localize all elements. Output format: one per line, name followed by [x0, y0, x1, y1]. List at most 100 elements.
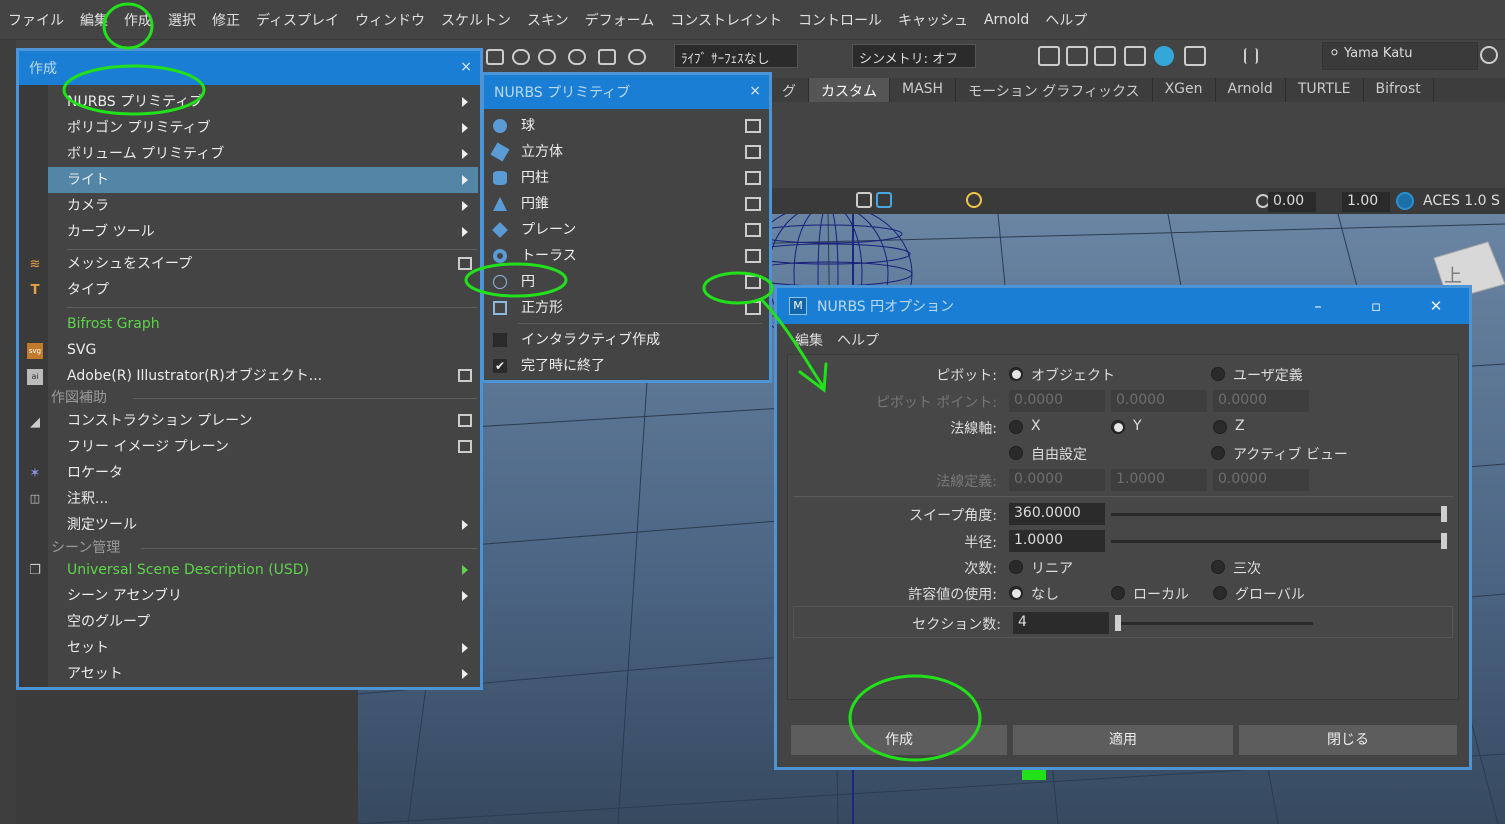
menu-item-illustrator[interactable]: Adobe(R) Illustrator(R)オブジェクト...	[48, 363, 478, 389]
exposure-field[interactable]: 0.00	[1268, 192, 1316, 212]
shelf-tab-mash[interactable]: MASH	[890, 78, 957, 102]
number-of-sections-field[interactable]: 4	[1013, 612, 1109, 634]
radius-slider-handle[interactable]	[1441, 533, 1447, 549]
menu-control[interactable]: コントロール	[798, 10, 882, 30]
tolerance-none-radio[interactable]	[1009, 586, 1023, 600]
menu-item-sweep-mesh[interactable]: メッシュをスイープ	[48, 251, 478, 277]
option-box-icon[interactable]	[745, 119, 761, 133]
normal-y-field[interactable]: 1.0000	[1111, 469, 1207, 491]
close-button[interactable]: 閉じる	[1239, 725, 1457, 755]
minimize-icon[interactable]: –	[1289, 288, 1347, 324]
tolerance-global-radio[interactable]	[1213, 586, 1227, 600]
menu-item-free-image-plane[interactable]: フリー イメージ プレーン	[48, 434, 478, 460]
render-settings-icon[interactable]	[1124, 46, 1146, 66]
menu-item-scene-assembly[interactable]: シーン アセンブリ	[48, 583, 478, 609]
menu-constraint[interactable]: コンストレイント	[670, 10, 782, 30]
menu-item-svg[interactable]: SVG	[48, 337, 478, 363]
options-title-bar[interactable]: M NURBS 円オプション – ▫ ✕	[777, 288, 1469, 324]
menu-window[interactable]: ウィンドウ	[355, 10, 425, 30]
option-box-icon[interactable]	[458, 369, 472, 382]
sections-slider[interactable]	[1115, 622, 1313, 625]
options-menu-edit[interactable]: 編集	[795, 330, 823, 350]
menu-item-bifrost-graph[interactable]: Bifrost Graph	[48, 311, 478, 337]
axis-z-radio[interactable]	[1213, 420, 1227, 434]
option-box-icon[interactable]	[458, 257, 472, 270]
render-view-icon[interactable]	[1038, 46, 1060, 66]
snap-surface-icon[interactable]	[598, 49, 616, 65]
shelf-tab-bifrost[interactable]: Bifrost	[1364, 78, 1434, 102]
option-box-icon[interactable]	[458, 414, 472, 427]
shelf-tab-xgen[interactable]: XGen	[1153, 78, 1216, 102]
shelf-tab-arnold[interactable]: Arnold	[1216, 78, 1286, 102]
menu-edit[interactable]: 編集	[80, 10, 108, 30]
checkmark-icon[interactable]: ✔	[493, 359, 507, 373]
nurbs-item-interactive-create[interactable]: インタラクティブ作成	[487, 327, 767, 353]
create-button[interactable]: 作成	[791, 725, 1007, 755]
menu-item-empty-group[interactable]: 空のグループ	[48, 609, 478, 635]
option-box-icon[interactable]	[745, 301, 761, 315]
menu-deform[interactable]: デフォーム	[585, 10, 655, 30]
menu-help[interactable]: ヘルプ	[1045, 10, 1087, 30]
option-box-icon[interactable]	[745, 197, 761, 211]
degree-linear-radio[interactable]	[1009, 560, 1023, 574]
menu-item-lights[interactable]: ライト	[48, 167, 478, 193]
sweep-angle-slider-handle[interactable]	[1441, 506, 1447, 522]
shelf-tab-turtle[interactable]: TURTLE	[1286, 78, 1364, 102]
user-account[interactable]: ⚪ Yama Katu	[1322, 42, 1478, 70]
menu-item-volume-primitives[interactable]: ボリューム プリミティブ	[48, 141, 478, 167]
maximize-icon[interactable]: ▫	[1347, 288, 1405, 324]
color-management-icon[interactable]	[1396, 192, 1414, 210]
menu-select[interactable]: 選択	[168, 10, 196, 30]
pivot-point-y-field[interactable]: 0.0000	[1111, 390, 1207, 412]
menu-display[interactable]: ディスプレイ	[256, 10, 339, 30]
nurbs-item-torus[interactable]: トーラス	[487, 243, 767, 269]
menu-item-measure-tools[interactable]: 測定ツール	[48, 512, 478, 538]
menu-item-locator[interactable]: ロケータ	[48, 460, 478, 486]
snap-grid-icon[interactable]	[486, 49, 504, 65]
close-icon[interactable]: ✕	[1407, 288, 1465, 324]
snap-view-icon[interactable]	[568, 49, 586, 65]
symmetry-dropdown[interactable]: シンメトリ: オフ	[852, 44, 976, 68]
sweep-angle-slider[interactable]	[1111, 513, 1447, 516]
snap-pivot-icon[interactable]	[628, 49, 646, 65]
nurbs-submenu-title-bar[interactable]: NURBS プリミティブ ×	[484, 75, 769, 109]
menu-item-sets[interactable]: セット	[48, 635, 478, 661]
apply-button[interactable]: 適用	[1013, 725, 1233, 755]
menu-item-usd[interactable]: Universal Scene Description (USD)	[48, 557, 478, 583]
hypershade-icon[interactable]	[1154, 46, 1174, 66]
sweep-angle-field[interactable]: 360.0000	[1009, 503, 1105, 525]
wireframe-icon[interactable]	[856, 192, 872, 208]
menu-arnold[interactable]: Arnold	[984, 12, 1029, 28]
degree-cubic-radio[interactable]	[1211, 560, 1225, 574]
menu-item-type[interactable]: タイプ	[48, 277, 478, 303]
axis-active-view-radio[interactable]	[1211, 446, 1225, 460]
nurbs-item-cone[interactable]: 円錐	[487, 191, 767, 217]
radius-slider[interactable]	[1111, 540, 1447, 543]
pivot-object-radio[interactable]	[1009, 367, 1023, 381]
axis-y-radio[interactable]	[1111, 420, 1125, 434]
close-icon[interactable]: ×	[460, 59, 472, 75]
render-frame-icon[interactable]	[1066, 46, 1088, 66]
menu-item-annotation[interactable]: 注釈...	[48, 486, 478, 512]
sections-slider-handle[interactable]	[1115, 615, 1121, 631]
shelf-tab-motion-graphics[interactable]: モーション グラフィックス	[956, 78, 1153, 102]
pivot-point-z-field[interactable]: 0.0000	[1213, 390, 1309, 412]
snap-curve-icon[interactable]	[512, 49, 530, 65]
menu-cache[interactable]: キャッシュ	[898, 10, 968, 30]
snap-point-icon[interactable]	[538, 49, 556, 65]
axis-x-radio[interactable]	[1009, 420, 1023, 434]
nurbs-item-sphere[interactable]: 球	[487, 113, 767, 139]
menu-modify[interactable]: 修正	[212, 10, 240, 30]
normal-z-field[interactable]: 0.0000	[1213, 469, 1309, 491]
menu-create[interactable]: 作成	[124, 10, 152, 30]
normal-x-field[interactable]: 0.0000	[1009, 469, 1105, 491]
shelf-tab-custom[interactable]: カスタム	[809, 78, 890, 102]
option-box-icon[interactable]	[745, 249, 761, 263]
menu-item-curve-tools[interactable]: カーブ ツール	[48, 219, 478, 245]
menu-skeleton[interactable]: スケルトン	[441, 10, 511, 30]
lighting-icon[interactable]	[966, 192, 982, 208]
menu-item-assets[interactable]: アセット	[48, 661, 478, 687]
ipr-render-icon[interactable]	[1094, 46, 1116, 66]
option-box-icon[interactable]	[745, 145, 761, 159]
pivot-point-x-field[interactable]: 0.0000	[1009, 390, 1105, 412]
